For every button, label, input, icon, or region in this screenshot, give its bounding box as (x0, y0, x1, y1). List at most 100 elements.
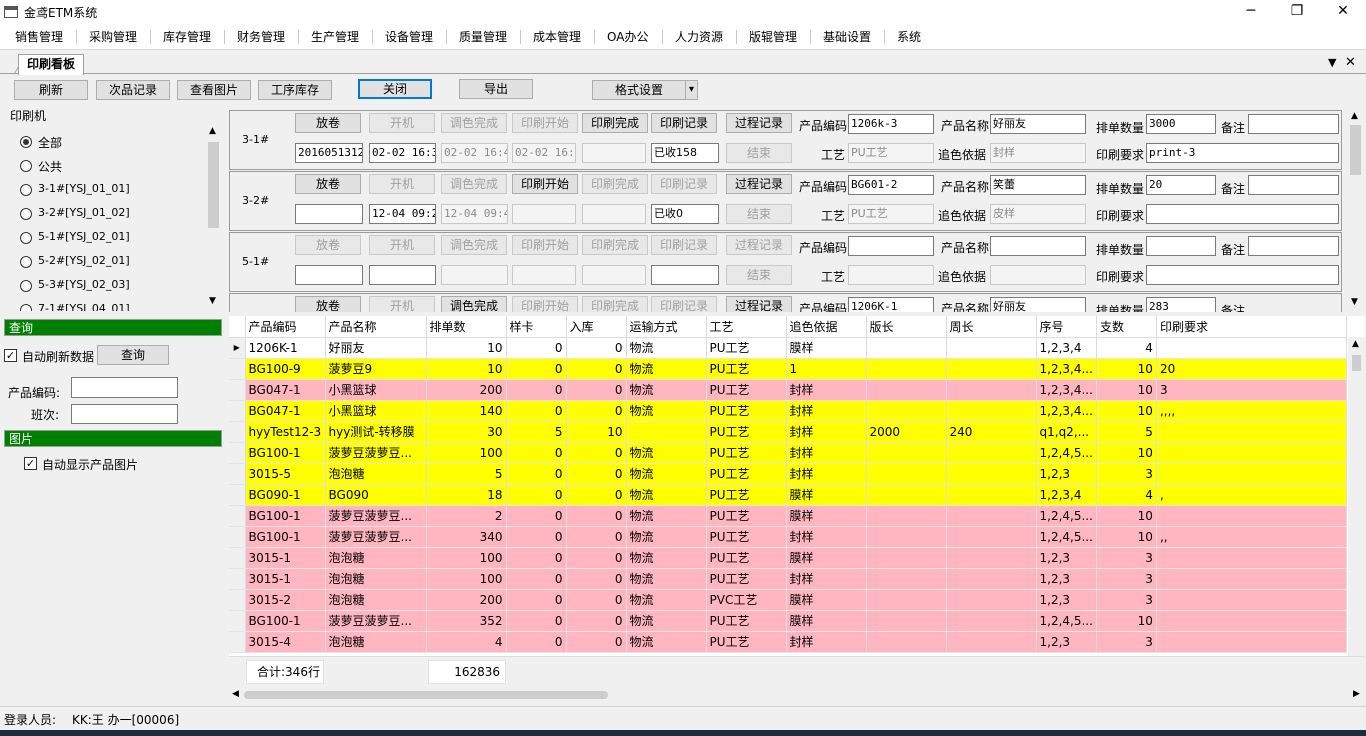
start-time-field[interactable]: 12-04 09:27 (369, 204, 436, 224)
product-code-field[interactable] (848, 236, 934, 256)
row-header[interactable] (229, 400, 246, 422)
color-done-time-field[interactable] (441, 265, 508, 285)
remark-field[interactable] (1248, 175, 1339, 195)
table-cell[interactable] (1156, 337, 1347, 359)
table-cell[interactable]: BG100-1 (245, 505, 326, 527)
qty-field[interactable]: 283 (1146, 297, 1216, 312)
format-settings-dropdown-icon[interactable]: ▾ (685, 80, 698, 100)
table-cell[interactable]: 0 (566, 631, 627, 653)
table-cell[interactable]: PU工艺 (706, 463, 787, 485)
table-cell[interactable]: 封样 (786, 421, 867, 443)
table-cell[interactable]: 340 (426, 526, 507, 548)
table-cell[interactable]: 泡泡糖 (325, 463, 427, 485)
table-cell[interactable]: BG047-1 (245, 379, 326, 401)
table-cell[interactable]: 10 (1096, 610, 1157, 632)
column-header[interactable]: 印刷要求 (1156, 316, 1347, 338)
table-cell[interactable] (866, 379, 947, 401)
table-cell[interactable]: 10 (1096, 442, 1157, 464)
table-cell[interactable]: 3 (1096, 568, 1157, 590)
maximize-button[interactable]: ❐ (1274, 0, 1320, 24)
column-header[interactable]: 排单数 (426, 316, 507, 338)
table-cell[interactable]: 膜样 (786, 589, 867, 611)
menu-purchase[interactable]: 采购管理 (89, 29, 137, 45)
table-cell[interactable]: 10 (1096, 358, 1157, 380)
table-cell[interactable]: 4 (426, 631, 507, 653)
table-cell[interactable]: 10 (1096, 526, 1157, 548)
menu-sales[interactable]: 销售管理 (15, 29, 63, 45)
print-req-field[interactable] (1146, 204, 1339, 224)
table-cell[interactable]: 0 (566, 589, 627, 611)
table-row[interactable]: hyyTest12-3 hyy测试-转移膜 30 5 10 PU工艺 封样 2000 240 q1… (229, 421, 1347, 443)
color-basis-field[interactable]: 封样 (990, 143, 1086, 163)
table-row[interactable]: BG100-1 菠萝豆菠萝豆... 2 0 0 物流 PU工艺 膜样 1,2,4,5... 10 (229, 505, 1347, 527)
table-cell[interactable]: BG047-1 (245, 400, 326, 422)
table-cell[interactable]: 0 (506, 484, 567, 506)
table-cell[interactable]: 1,2,3 (1036, 463, 1097, 485)
table-cell[interactable]: 物流 (626, 505, 707, 527)
table-cell[interactable]: 膜样 (786, 505, 867, 527)
scroll-down-icon[interactable]: ▼ (1351, 297, 1358, 307)
table-cell[interactable]: 1,2,3,4... (1036, 358, 1097, 380)
table-cell[interactable]: PU工艺 (706, 379, 787, 401)
radio-all[interactable] (20, 136, 32, 148)
table-cell[interactable]: BG100-1 (245, 526, 326, 548)
table-cell[interactable]: 物流 (626, 484, 707, 506)
table-cell[interactable]: 0 (506, 505, 567, 527)
table-cell[interactable] (946, 547, 1037, 569)
table-cell[interactable]: 1 (786, 358, 867, 380)
table-cell[interactable]: ,, (1156, 526, 1347, 548)
table-cell[interactable]: 3 (1096, 589, 1157, 611)
print-done-time-field[interactable] (582, 143, 646, 163)
print-start-button[interactable]: 印刷开始 (512, 174, 578, 194)
print-record-button[interactable]: 印刷记录 (651, 235, 717, 255)
unroll-button[interactable]: 放卷 (295, 296, 361, 312)
table-cell[interactable]: 物流 (626, 526, 707, 548)
table-row[interactable]: BG100-1 菠萝豆菠萝豆... 100 0 0 物流 PU工艺 封样 1,2,4,5... 1… (229, 442, 1347, 464)
table-cell[interactable]: PU工艺 (706, 421, 787, 443)
table-cell[interactable]: 泡泡糖 (325, 568, 427, 590)
table-cell[interactable]: 1,2,3,4... (1036, 379, 1097, 401)
menu-oa[interactable]: OA办公 (607, 29, 648, 45)
product-code-input[interactable] (71, 377, 178, 398)
close-window-button[interactable]: ✕ (1320, 0, 1366, 24)
shift-input[interactable] (71, 404, 178, 424)
table-cell[interactable] (866, 400, 947, 422)
table-cell[interactable]: PU工艺 (706, 484, 787, 506)
received-field[interactable]: 已收0 (651, 204, 719, 224)
table-cell[interactable]: 物流 (626, 547, 707, 569)
table-cell[interactable]: 0 (566, 400, 627, 422)
print-done-button[interactable]: 印刷完成 (582, 235, 648, 255)
radio-printer[interactable] (20, 232, 32, 244)
date-field[interactable]: 2016051312: (295, 143, 363, 163)
table-cell[interactable]: 0 (506, 526, 567, 548)
menu-system[interactable]: 系统 (897, 29, 921, 45)
table-cell[interactable]: 封样 (786, 379, 867, 401)
column-header[interactable]: 支数 (1096, 316, 1157, 338)
row-header[interactable] (229, 421, 246, 443)
table-cell[interactable] (1156, 610, 1347, 632)
table-cell[interactable]: 封样 (786, 631, 867, 653)
color-done-button[interactable]: 调色完成 (441, 235, 507, 255)
radio-list-scrollbar[interactable]: ▲ ▼ (205, 124, 222, 311)
table-cell[interactable]: 5 (426, 463, 507, 485)
scroll-up-icon[interactable]: ▲ (1352, 339, 1359, 349)
table-row[interactable]: 3015-2 泡泡糖 200 0 0 物流 PVC工艺 膜样 1,2,3 3 (229, 589, 1347, 611)
table-cell[interactable]: 18 (426, 484, 507, 506)
table-cell[interactable]: 0 (506, 463, 567, 485)
table-cell[interactable]: 0 (566, 358, 627, 380)
table-cell[interactable]: 膜样 (786, 484, 867, 506)
table-cell[interactable] (626, 421, 707, 443)
product-code-field[interactable]: 1206K-1 (848, 297, 934, 312)
table-cell[interactable]: 1,2,3 (1036, 568, 1097, 590)
table-cell[interactable]: 0 (566, 547, 627, 569)
table-cell[interactable]: 0 (506, 589, 567, 611)
table-cell[interactable]: 物流 (626, 589, 707, 611)
table-cell[interactable] (946, 526, 1037, 548)
craft-field[interactable] (848, 265, 934, 285)
table-cell[interactable]: 1,2,3,4 (1036, 337, 1097, 359)
table-cell[interactable] (866, 337, 947, 359)
table-cell[interactable]: BG100-1 (245, 610, 326, 632)
table-cell[interactable]: 0 (566, 505, 627, 527)
product-code-field[interactable]: BG601-2 (848, 175, 934, 195)
table-cell[interactable]: 菠萝豆菠萝豆... (325, 442, 427, 464)
